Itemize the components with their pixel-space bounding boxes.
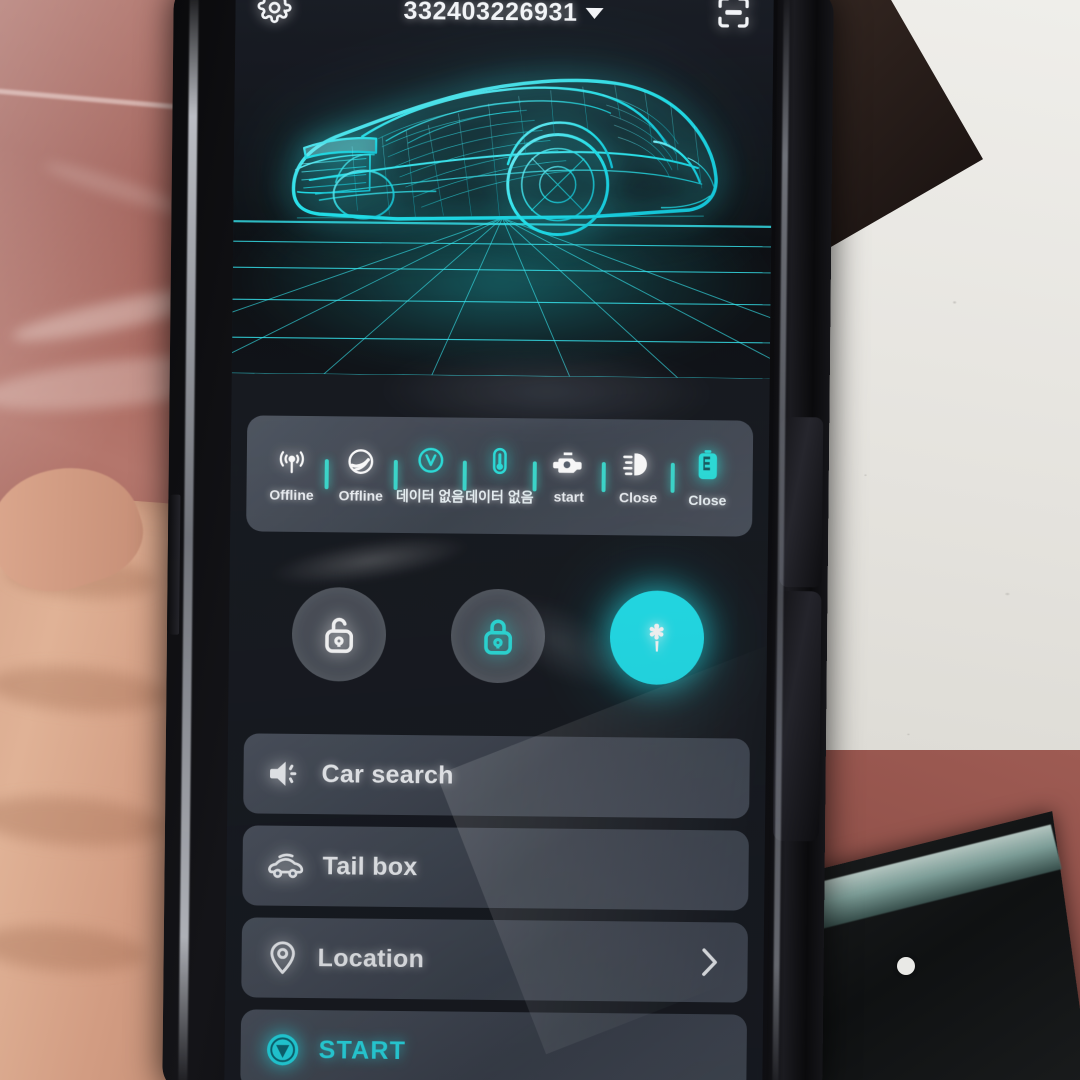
signal-tower-icon (279, 450, 305, 473)
status-item-battery[interactable]: Close (676, 448, 739, 508)
device-id-selector[interactable]: 332403226931 (403, 0, 604, 28)
horn-speaker-icon (270, 761, 297, 786)
status-label: Close (618, 488, 658, 506)
phone-side-button[interactable] (167, 494, 181, 635)
status-label: 데이터 없음 (395, 487, 465, 505)
action-list: Car search Tail box Location START (240, 733, 750, 1080)
status-label: Close (688, 491, 727, 508)
status-item-voltage[interactable]: 데이터 없음 (395, 444, 465, 506)
lock-icon (484, 619, 513, 655)
status-item-headlight[interactable]: Close (607, 450, 670, 506)
status-divider (601, 462, 606, 493)
status-divider (532, 461, 537, 492)
scan-button[interactable] (715, 0, 751, 35)
smartphone: 332403226931 Offline Offline 데이터 없음 데이터 … (162, 0, 834, 1080)
status-label: start (553, 488, 584, 505)
scan-frame-icon (718, 0, 749, 28)
row-tail-box[interactable]: Tail box (242, 825, 749, 911)
status-label: Offline (269, 486, 314, 503)
car-hero-area: 332403226931 (231, 0, 774, 379)
row-car-search[interactable]: Car search (243, 733, 750, 819)
phone-screen[interactable]: 332403226931 Offline Offline 데이터 없음 데이터 … (224, 0, 774, 1080)
wireframe-car-illustration (291, 78, 718, 237)
device-id-label: 332403226931 (403, 0, 578, 27)
row-label: START (318, 1035, 407, 1065)
row-label: Car search (321, 759, 454, 790)
row-location[interactable]: Location (241, 917, 749, 1003)
location-pin-icon (270, 941, 295, 974)
headlight-icon (622, 452, 647, 475)
row-label: Tail box (322, 851, 418, 881)
status-item-gps[interactable]: Offline (330, 446, 393, 504)
status-item-temperature[interactable]: 데이터 없음 (465, 445, 534, 507)
settings-button[interactable] (257, 0, 292, 29)
status-divider (670, 462, 676, 493)
gear-icon (257, 0, 292, 23)
chevron-down-icon (585, 7, 604, 19)
voltage-icon (417, 447, 443, 473)
status-card: Offline Offline 데이터 없음 데이터 없음 start Clos… (246, 415, 754, 537)
siren-icon (649, 623, 665, 652)
engine-icon (553, 451, 582, 473)
small-white-object (897, 957, 915, 975)
status-item-signal[interactable]: Offline (260, 445, 323, 503)
status-label: Offline (338, 486, 384, 504)
start-circle-icon (267, 1034, 299, 1066)
status-label: 데이터 없음 (465, 488, 534, 505)
lock-button[interactable] (450, 588, 546, 684)
row-start[interactable]: START (240, 1009, 748, 1080)
status-divider (462, 460, 468, 491)
hinge-segment-upper (779, 416, 824, 588)
row-label: Location (317, 943, 425, 973)
battery-icon (698, 449, 717, 479)
top-bar: 332403226931 (235, 0, 774, 41)
unlock-button[interactable] (291, 586, 387, 682)
unlock-icon (324, 617, 353, 653)
car-trunk-icon (268, 853, 304, 879)
status-divider (324, 459, 329, 490)
quick-action-buttons (228, 575, 767, 697)
thermometer-icon (492, 447, 507, 474)
status-divider (393, 459, 398, 490)
status-item-engine[interactable]: start (538, 449, 601, 505)
gps-satellite-icon (348, 448, 374, 474)
chevron-right-icon (702, 948, 717, 976)
alarm-button[interactable] (609, 590, 705, 686)
